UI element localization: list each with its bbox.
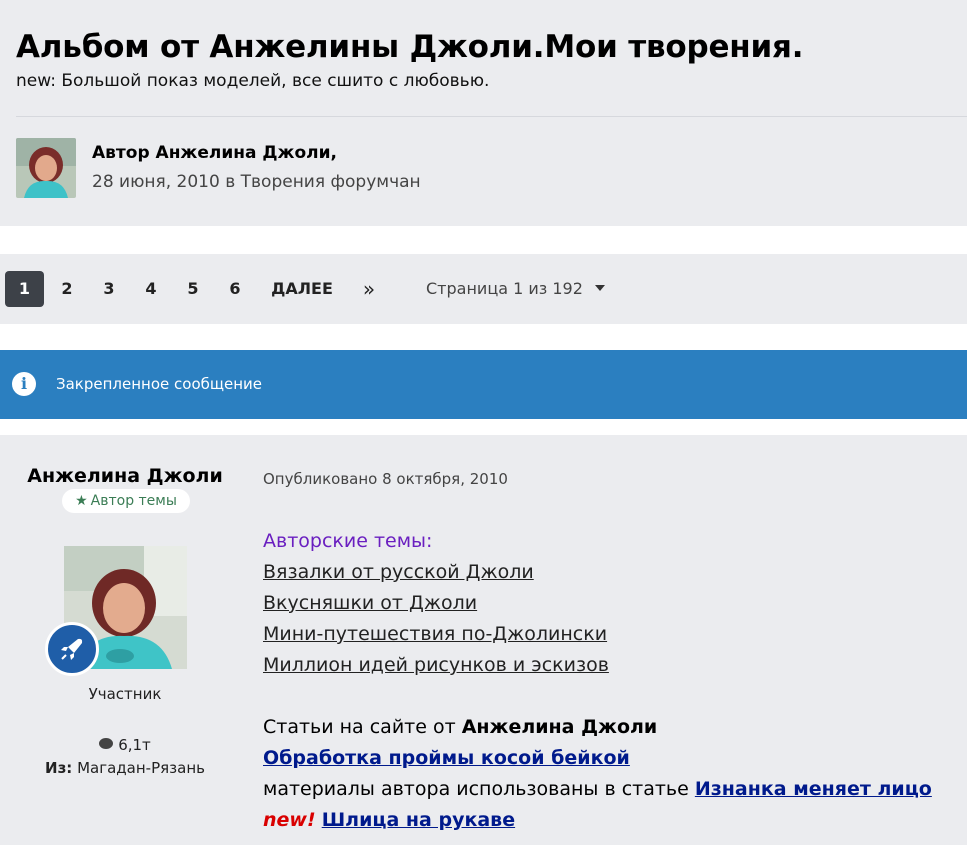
article-link[interactable]: Изнанка меняет лицо: [695, 778, 932, 800]
next-page-button[interactable]: ДАЛЕЕ: [262, 271, 342, 307]
author-name[interactable]: Автор Анжелина Джоли,: [92, 141, 337, 165]
materials-text: материалы автора использованы в статье: [263, 778, 695, 800]
topic-link[interactable]: Миллион идей рисунков и эскизов: [263, 650, 953, 681]
topic-link[interactable]: Вязалки от русской Джоли: [263, 557, 953, 588]
from-label: Из:: [45, 759, 73, 777]
author-topics-heading: Авторские темы:: [263, 530, 433, 552]
pinned-label: Закрепленное сообщение: [56, 375, 263, 393]
post-author-name[interactable]: Анжелина Джоли: [0, 463, 250, 489]
articles-author: Анжелина Джоли: [461, 716, 658, 738]
article-link[interactable]: Шлица на рукаве: [322, 809, 515, 831]
post-count-value: 6,1т: [118, 736, 151, 754]
post-count: 6,1т: [0, 736, 250, 754]
page-5[interactable]: 5: [178, 271, 208, 307]
topic-description: new: Большой показ моделей, все сшито с …: [16, 71, 490, 91]
topic-title: Альбом от Анжелины Джоли.Мои творения.: [16, 29, 804, 65]
post-content: Авторские темы: Вязалки от русской Джоли…: [263, 526, 953, 836]
separator: [0, 419, 967, 435]
post: Анжелина Джоли ★ Автор темы Участник 6,1т…: [0, 435, 967, 845]
from-value: Магадан-Рязань: [77, 759, 205, 777]
separator: [0, 324, 967, 350]
author-avatar[interactable]: [16, 138, 76, 198]
page-3[interactable]: 3: [94, 271, 124, 307]
rocket-icon: [61, 638, 83, 660]
forum-link[interactable]: Творения форумчан: [241, 172, 421, 192]
comment-icon: [99, 738, 114, 749]
page-jump[interactable]: Страница 1 из 192: [426, 271, 605, 307]
page-4[interactable]: 4: [136, 271, 166, 307]
member-location: Из: Магадан-Рязань: [0, 759, 250, 777]
rank-badge: [45, 622, 99, 676]
page-1[interactable]: 1: [5, 271, 44, 307]
articles-line: Статьи на сайте от Анжелина Джоли: [263, 712, 953, 743]
in-word: в: [219, 172, 241, 192]
post-date[interactable]: Опубликовано 8 октября, 2010: [263, 470, 508, 488]
page-6[interactable]: 6: [220, 271, 250, 307]
topic-link[interactable]: Мини-путешествия по-Джолински: [263, 619, 953, 650]
star-icon: ★: [75, 493, 88, 509]
topic-meta: 28 июня, 2010 в Творения форумчан: [92, 170, 421, 194]
articles-prefix: Статьи на сайте от: [263, 716, 462, 738]
caret-down-icon: [594, 284, 605, 291]
new-label: new!: [263, 809, 316, 831]
materials-line: материалы автора использованы в статье И…: [263, 774, 953, 805]
badge-label: Автор темы: [90, 493, 177, 509]
page-2[interactable]: 2: [52, 271, 82, 307]
topic-date: 28 июня, 2010: [92, 172, 220, 192]
page-info: Страница 1 из 192: [426, 279, 583, 298]
pagination: 1 2 3 4 5 6 ДАЛЕЕ » Страница 1 из 192: [0, 254, 967, 324]
separator: [0, 226, 967, 254]
pinned-message-banner: i Закрепленное сообщение: [0, 350, 967, 419]
topic-author-badge: ★ Автор темы: [62, 489, 190, 513]
new-article-line: new! Шлица на рукаве: [263, 805, 953, 836]
article-link[interactable]: Обработка проймы косой бейкой: [263, 747, 630, 769]
info-icon: i: [12, 372, 36, 396]
topic-header: Альбом от Анжелины Джоли.Мои творения. n…: [0, 0, 967, 226]
topic-link[interactable]: Вкусняшки от Джоли: [263, 588, 953, 619]
member-role: Участник: [88, 685, 162, 703]
last-page-button[interactable]: »: [354, 271, 384, 307]
header-divider: [16, 116, 967, 117]
